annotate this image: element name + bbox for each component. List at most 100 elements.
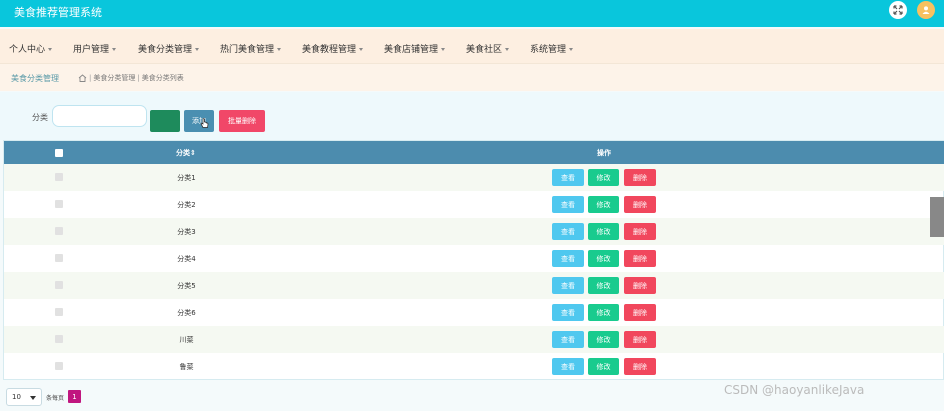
edit-button[interactable]: 修改 [588, 250, 619, 267]
nav-item-label: 系统管理 [530, 45, 567, 55]
breadcrumb-separator: | [89, 74, 92, 82]
caret-down-icon [359, 48, 364, 51]
chevron-down-icon [30, 396, 36, 400]
caret-down-icon [112, 48, 117, 51]
view-button[interactable]: 查看 [552, 223, 584, 240]
view-button[interactable]: 查看 [552, 169, 584, 186]
nav-item-category-management[interactable]: 美食分类管理 [138, 42, 200, 55]
nav-item-user-management[interactable]: 用户管理 [73, 42, 117, 55]
table-row: 分类3 查看 修改 删除 [4, 218, 944, 245]
watermark: CSDN @haoyanlikeJava [724, 383, 865, 397]
nav-item-system-management[interactable]: 系统管理 [530, 42, 574, 55]
caret-down-icon [48, 48, 53, 51]
edit-button[interactable]: 修改 [588, 169, 619, 186]
category-name: 分类3 [177, 228, 196, 236]
table-row: 鲁菜 查看 修改 删除 [4, 353, 944, 380]
delete-button[interactable]: 删除 [624, 196, 656, 213]
row-checkbox[interactable] [55, 335, 63, 343]
category-table: 分类⇕ 操作 分类1 查看 修改 删除 分类2 查看 修改 删除 分类3 查看 … [3, 140, 944, 380]
column-header-category[interactable]: 分类⇕ [176, 148, 196, 158]
nav-item-label: 美食店铺管理 [384, 45, 439, 55]
delete-button[interactable]: 删除 [624, 331, 656, 348]
side-scroll-handle[interactable] [930, 197, 944, 237]
category-name: 分类2 [177, 201, 196, 209]
category-search-input[interactable] [52, 105, 147, 127]
nav-item-personal-center[interactable]: 个人中心 [9, 42, 53, 55]
delete-button[interactable]: 删除 [624, 250, 656, 267]
search-label: 分类 [32, 113, 48, 122]
app-title: 美食推荐管理系统 [14, 6, 102, 19]
category-name: 分类4 [177, 255, 196, 263]
user-avatar[interactable] [917, 1, 935, 19]
edit-button[interactable]: 修改 [588, 277, 619, 294]
caret-down-icon [195, 48, 200, 51]
row-checkbox[interactable] [55, 200, 63, 208]
category-name: 川菜 [179, 336, 194, 344]
delete-button[interactable]: 删除 [624, 358, 656, 375]
batch-delete-button[interactable]: 批量删除 [219, 110, 265, 132]
fullscreen-button[interactable] [889, 1, 907, 19]
caret-down-icon [505, 48, 510, 51]
breadcrumb-bar: 美食分类管理 | 美食分类管理 | 美食分类列表 [0, 63, 944, 91]
nav-item-store-management[interactable]: 美食店铺管理 [384, 42, 446, 55]
nav-item-label: 美食社区 [466, 45, 503, 55]
row-checkbox[interactable] [55, 227, 63, 235]
edit-button[interactable]: 修改 [588, 358, 619, 375]
table-row: 川菜 查看 修改 删除 [4, 326, 944, 353]
view-button[interactable]: 查看 [552, 277, 584, 294]
nav-item-tutorial-management[interactable]: 美食教程管理 [302, 42, 364, 55]
table-row: 分类4 查看 修改 删除 [4, 245, 944, 272]
breadcrumb: | 美食分类管理 | 美食分类列表 [78, 73, 184, 83]
add-button[interactable]: 添加 [184, 110, 214, 132]
page-number-current[interactable]: 1 [68, 390, 81, 403]
delete-button[interactable]: 删除 [624, 169, 656, 186]
expand-icon [893, 5, 903, 15]
home-icon[interactable] [78, 74, 87, 82]
main-nav: 个人中心 用户管理 美食分类管理 热门美食管理 美食教程管理 美食店铺管理 美食… [0, 29, 944, 63]
nav-item-label: 个人中心 [9, 45, 46, 55]
row-checkbox[interactable] [55, 362, 63, 370]
table-header: 分类⇕ 操作 [4, 141, 944, 164]
edit-button[interactable]: 修改 [588, 331, 619, 348]
view-button[interactable]: 查看 [552, 196, 584, 213]
table-row: 分类5 查看 修改 删除 [4, 272, 944, 299]
nav-item-label: 美食教程管理 [302, 45, 357, 55]
breadcrumb-item: 美食分类列表 [141, 74, 184, 82]
breadcrumb-item[interactable]: 美食分类管理 [93, 73, 135, 83]
page-size-select[interactable]: 10 [6, 388, 42, 406]
page-size-value: 10 [12, 393, 21, 401]
table-row: 分类1 查看 修改 删除 [4, 164, 944, 191]
nav-item-label: 用户管理 [73, 45, 110, 55]
top-bar: 美食推荐管理系统 [0, 0, 944, 27]
edit-button[interactable]: 修改 [588, 304, 619, 321]
row-checkbox[interactable] [55, 308, 63, 316]
view-button[interactable]: 查看 [552, 358, 584, 375]
edit-button[interactable]: 修改 [588, 223, 619, 240]
delete-button[interactable]: 删除 [624, 223, 656, 240]
caret-down-icon [441, 48, 446, 51]
nav-item-label: 美食分类管理 [138, 45, 193, 55]
view-button[interactable]: 查看 [552, 304, 584, 321]
row-checkbox[interactable] [55, 173, 63, 181]
row-checkbox[interactable] [55, 281, 63, 289]
view-button[interactable]: 查看 [552, 250, 584, 267]
edit-button[interactable]: 修改 [588, 196, 619, 213]
page-title: 美食分类管理 [11, 74, 59, 83]
column-header-actions: 操作 [597, 149, 611, 157]
caret-down-icon [569, 48, 574, 51]
breadcrumb-separator: | [137, 74, 140, 82]
search-bar: 分类 添加 批量删除 [0, 92, 944, 140]
select-all-checkbox[interactable] [55, 149, 63, 157]
hand-cursor-icon [200, 118, 209, 128]
delete-button[interactable]: 删除 [624, 277, 656, 294]
search-button[interactable] [150, 110, 180, 132]
category-name: 分类6 [177, 309, 196, 317]
view-button[interactable]: 查看 [552, 331, 584, 348]
per-page-label: 条每页 [46, 395, 65, 402]
row-checkbox[interactable] [55, 254, 63, 262]
nav-item-community[interactable]: 美食社区 [466, 42, 510, 55]
nav-item-hot-food-management[interactable]: 热门美食管理 [220, 42, 282, 55]
table-row: 分类6 查看 修改 删除 [4, 299, 944, 326]
delete-button[interactable]: 删除 [624, 304, 656, 321]
caret-down-icon [277, 48, 282, 51]
